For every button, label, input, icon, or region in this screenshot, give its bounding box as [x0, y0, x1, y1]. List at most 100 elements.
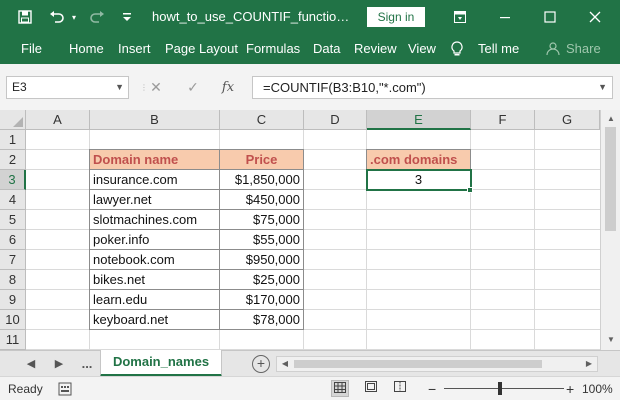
row-header-6[interactable]: 6 — [0, 230, 26, 250]
insert-function-button[interactable]: fx — [218, 76, 238, 99]
tab-page-layout[interactable]: Page Layout — [165, 34, 238, 64]
window-title: howt_to_use_COUNTIF_function.xlsx... — [152, 9, 352, 24]
zoom-out-button[interactable]: − — [428, 377, 436, 400]
scroll-up-icon[interactable]: ▲ — [601, 112, 620, 126]
row-header-8[interactable]: 8 — [0, 270, 26, 290]
column-header-a[interactable]: A — [26, 110, 90, 130]
scroll-tabs-left-icon[interactable]: ◀ — [24, 351, 38, 377]
horizontal-scroll-thumb[interactable] — [294, 360, 542, 368]
enter-formula-button[interactable]: ✓ — [183, 76, 203, 99]
zoom-slider-track[interactable] — [444, 388, 564, 389]
cell-domain[interactable]: slotmachines.com — [89, 209, 220, 230]
tab-formulas[interactable]: Formulas — [246, 34, 300, 64]
cell-price[interactable]: $950,000 — [219, 249, 304, 270]
tab-data[interactable]: Data — [313, 34, 340, 64]
more-sheets-button[interactable]: ... — [78, 351, 96, 377]
cell-domain[interactable]: poker.info — [89, 229, 220, 250]
select-all-corner[interactable] — [0, 110, 26, 130]
redo-icon[interactable] — [86, 0, 108, 34]
new-sheet-button[interactable]: + — [252, 355, 270, 373]
header-price[interactable]: Price — [219, 149, 304, 170]
scroll-left-icon[interactable]: ◀ — [278, 357, 292, 371]
row-header-10[interactable]: 10 — [0, 310, 26, 330]
tab-review[interactable]: Review — [354, 34, 397, 64]
sheet-tab-domain-names[interactable]: Domain_names — [100, 350, 222, 377]
scroll-right-icon[interactable]: ▶ — [582, 357, 596, 371]
share-person-icon[interactable] — [546, 34, 562, 64]
zoom-slider-thumb[interactable] — [498, 382, 502, 395]
formula-text: =COUNTIF(B3:B10,"*.com") — [263, 80, 426, 95]
expand-formula-bar-icon[interactable]: ▼ — [598, 77, 607, 98]
tab-home[interactable]: Home — [69, 34, 104, 64]
customize-qat-icon[interactable] — [120, 0, 134, 34]
ribbon-display-icon[interactable] — [448, 0, 472, 34]
row-header-7[interactable]: 7 — [0, 250, 26, 270]
macro-recording-icon[interactable] — [58, 377, 74, 400]
page-break-preview-icon[interactable] — [391, 380, 409, 397]
name-box-dropdown-icon[interactable]: ▼ — [115, 77, 124, 98]
normal-view-icon[interactable] — [331, 380, 349, 397]
share-button[interactable]: Share — [566, 34, 601, 64]
result-label-cell[interactable]: .com domains — [366, 149, 471, 170]
tab-file[interactable]: File — [21, 34, 42, 64]
gridline — [534, 130, 535, 350]
cell-domain[interactable]: lawyer.net — [89, 189, 220, 210]
cell-price[interactable]: $75,000 — [219, 209, 304, 230]
tab-view[interactable]: View — [408, 34, 436, 64]
name-box-value: E3 — [12, 80, 27, 94]
horizontal-scrollbar[interactable]: ◀ ▶ — [276, 356, 598, 372]
scroll-tabs-right-icon[interactable]: ▶ — [52, 351, 66, 377]
undo-dropdown-icon[interactable]: ▾ — [68, 0, 80, 34]
column-header-c[interactable]: C — [220, 110, 304, 130]
cell-price[interactable]: $450,000 — [219, 189, 304, 210]
column-header-g[interactable]: G — [535, 110, 600, 130]
sign-in-button[interactable]: Sign in — [367, 7, 425, 27]
maximize-icon[interactable] — [538, 0, 562, 34]
worksheet-grid[interactable]: A B C D E F G 1 2 3 4 5 6 7 8 9 10 11 Do… — [0, 110, 600, 350]
cancel-formula-button[interactable]: ✕ — [146, 76, 166, 99]
row-header-11[interactable]: 11 — [0, 330, 26, 350]
status-ready: Ready — [8, 382, 43, 396]
scroll-down-icon[interactable]: ▼ — [601, 333, 620, 347]
undo-icon[interactable] — [46, 0, 68, 34]
close-icon[interactable] — [583, 0, 607, 34]
column-header-d[interactable]: D — [304, 110, 367, 130]
tell-me-search[interactable]: Tell me — [478, 34, 519, 64]
row-header-1[interactable]: 1 — [0, 130, 26, 150]
cell-price[interactable]: $170,000 — [219, 289, 304, 310]
lightbulb-icon[interactable] — [451, 34, 467, 64]
cell-domain[interactable]: keyboard.net — [89, 309, 220, 330]
title-bar: ▾ howt_to_use_COUNTIF_function.xlsx... S… — [0, 0, 620, 34]
row-header-9[interactable]: 9 — [0, 290, 26, 310]
row-header-4[interactable]: 4 — [0, 190, 26, 210]
minimize-icon[interactable] — [493, 0, 517, 34]
formula-bar: E3 ▼ ⋮ ✕ ✓ fx =COUNTIF(B3:B10,"*.com") ▼ — [0, 64, 620, 110]
zoom-in-button[interactable]: + — [566, 377, 574, 400]
save-icon[interactable] — [14, 0, 36, 34]
row-header-2[interactable]: 2 — [0, 150, 26, 170]
fill-handle[interactable] — [467, 187, 473, 193]
row-header-5[interactable]: 5 — [0, 210, 26, 230]
cell-domain[interactable]: bikes.net — [89, 269, 220, 290]
cell-price[interactable]: $25,000 — [219, 269, 304, 290]
cell-price[interactable]: $55,000 — [219, 229, 304, 250]
column-header-b[interactable]: B — [90, 110, 220, 130]
cell-price[interactable]: $1,850,000 — [219, 169, 304, 190]
row-header-3[interactable]: 3 — [0, 170, 26, 190]
name-box[interactable]: E3 ▼ — [6, 76, 129, 99]
vertical-scrollbar[interactable]: ▲ ▼ — [600, 110, 620, 350]
column-header-f[interactable]: F — [471, 110, 535, 130]
zoom-level[interactable]: 100% — [582, 377, 613, 400]
tab-insert[interactable]: Insert — [118, 34, 151, 64]
active-cell-selection — [366, 169, 472, 191]
sheet-tabs-bar: ◀ ▶ ... Domain_names + ◀ ▶ — [0, 350, 620, 377]
vertical-scroll-thumb[interactable] — [605, 127, 616, 231]
column-header-e[interactable]: E — [367, 110, 471, 130]
cell-price[interactable]: $78,000 — [219, 309, 304, 330]
cell-domain[interactable]: insurance.com — [89, 169, 220, 190]
header-domain-name[interactable]: Domain name — [89, 149, 220, 170]
cell-domain[interactable]: learn.edu — [89, 289, 220, 310]
page-layout-view-icon[interactable] — [362, 380, 380, 397]
formula-input[interactable]: =COUNTIF(B3:B10,"*.com") ▼ — [252, 76, 613, 99]
cell-domain[interactable]: notebook.com — [89, 249, 220, 270]
